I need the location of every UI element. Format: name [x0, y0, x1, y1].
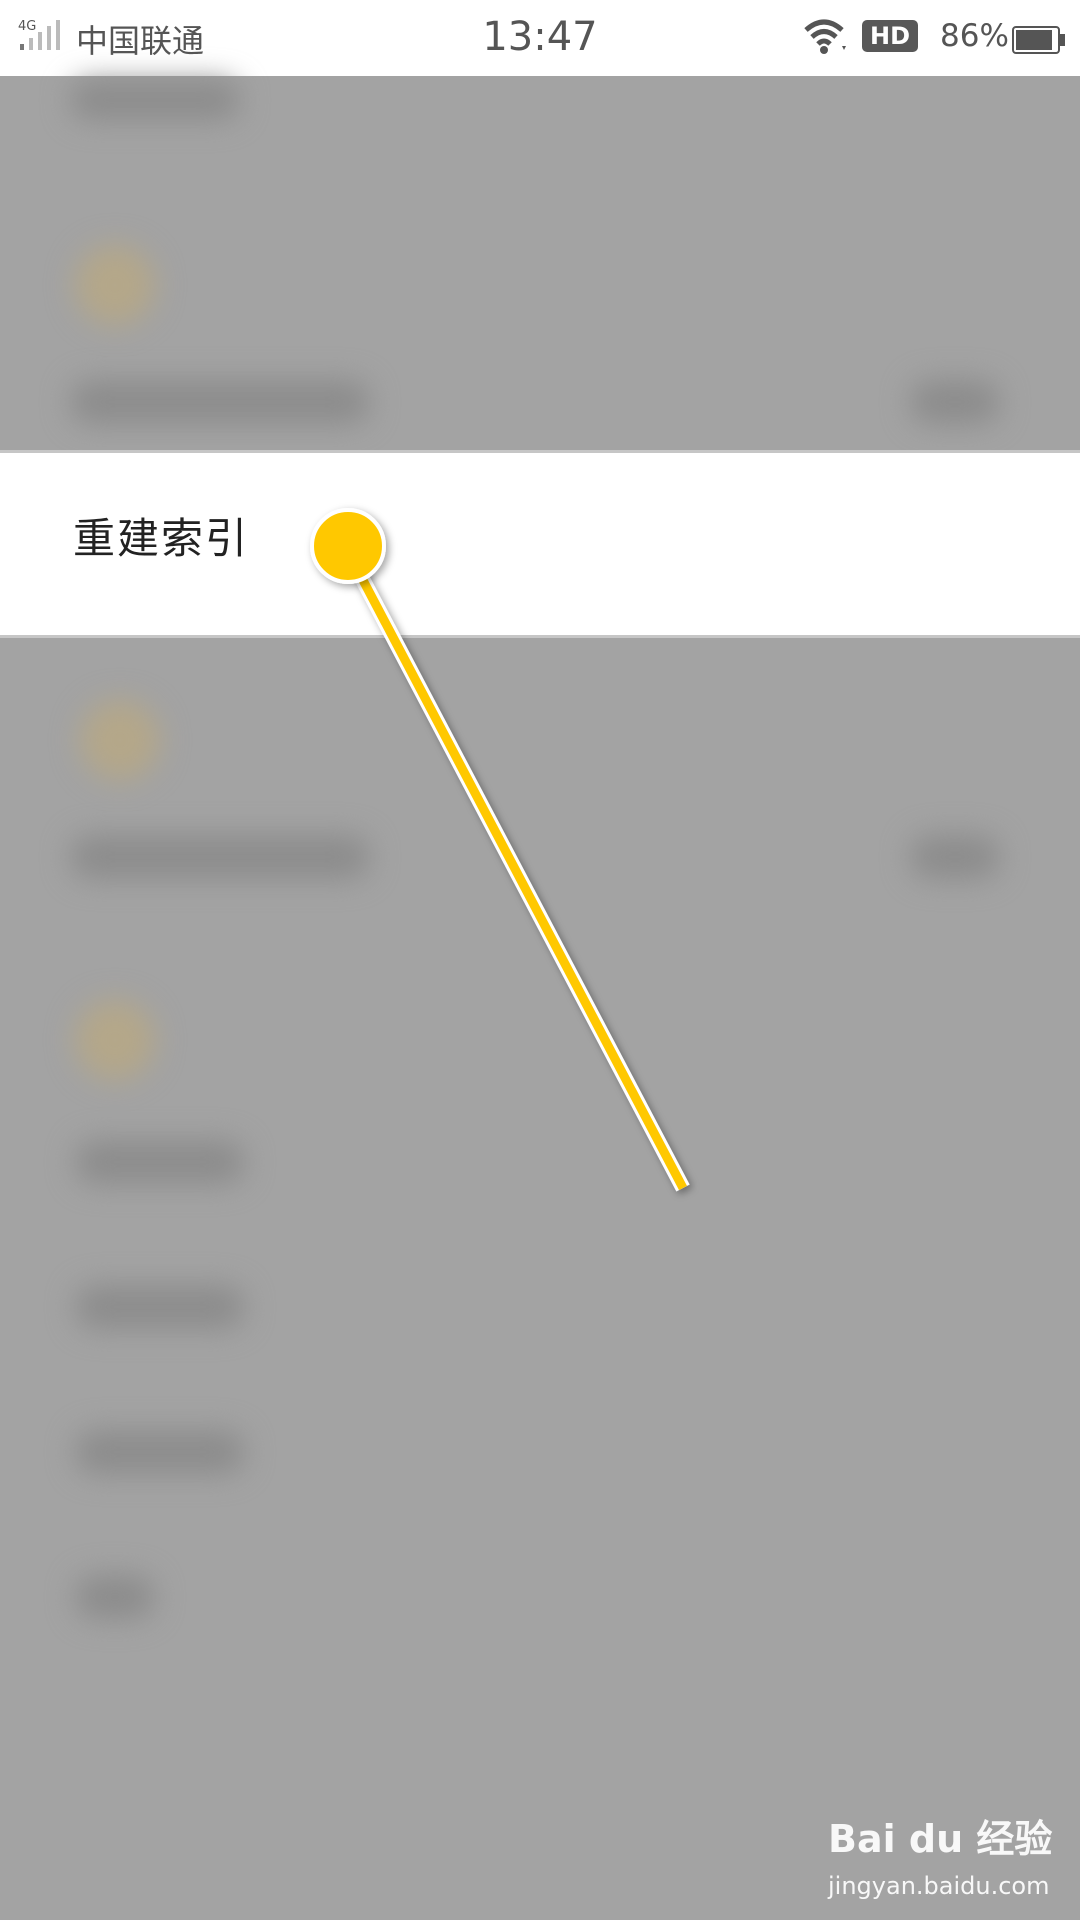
screen: 4G 中国联通 13:47 HD 86% 重建索引 Bai du 经验 jing…: [0, 0, 1080, 1920]
watermark-domain: jingyan.baidu.com: [828, 1872, 1050, 1900]
blurred-item: [910, 835, 1000, 879]
divider: [0, 635, 1080, 638]
status-bar: 4G 中国联通 13:47 HD 86%: [0, 0, 1080, 76]
wifi-icon: [804, 19, 846, 54]
hd-badge: HD: [862, 20, 918, 52]
rebuild-index-row[interactable]: 重建索引: [0, 453, 1080, 635]
blurred-icon: [75, 1000, 155, 1080]
blurred-item: [70, 380, 370, 424]
blurred-item: [75, 1430, 245, 1474]
rebuild-index-label: 重建索引: [73, 514, 250, 563]
blurred-item: [70, 835, 370, 879]
blurred-item: [75, 1575, 155, 1619]
battery-percent: 86%: [940, 18, 1009, 54]
blurred-item: [75, 1285, 245, 1329]
watermark-brand: Bai du 经验: [828, 1817, 1053, 1861]
blurred-item: [70, 80, 240, 120]
blurred-icon: [80, 700, 160, 780]
annotation-pointer: [310, 508, 690, 1192]
blurred-icon: [75, 245, 155, 325]
clock-time: 13:47: [482, 14, 598, 60]
battery-icon: [1012, 26, 1065, 54]
blurred-item: [75, 1140, 245, 1184]
blurred-item: [910, 380, 1000, 424]
